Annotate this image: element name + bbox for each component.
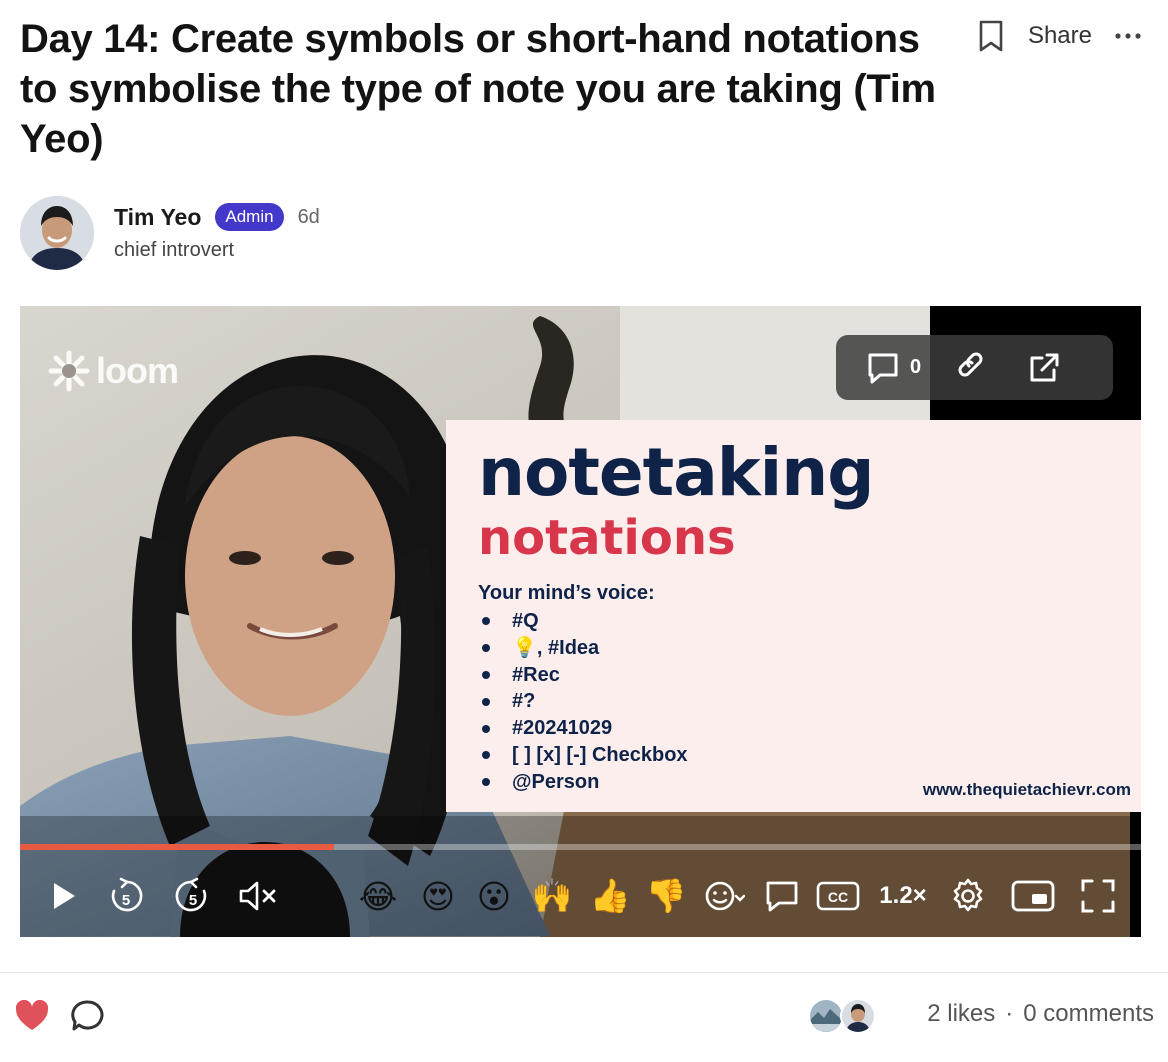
comment-bubble-icon bbox=[71, 1000, 104, 1031]
picture-in-picture-icon bbox=[1011, 880, 1055, 912]
slide-list-item: 💡, #Idea bbox=[478, 635, 688, 662]
comment-icon bbox=[766, 881, 798, 912]
slide-list-item: #20241029 bbox=[478, 715, 688, 742]
like-button[interactable] bbox=[14, 998, 50, 1037]
heart-icon bbox=[15, 999, 49, 1030]
slide-list-item: #? bbox=[478, 688, 688, 715]
post-actions: Share bbox=[976, 18, 1142, 54]
slide-list-item: @Person bbox=[478, 769, 688, 796]
loom-label: loom bbox=[96, 350, 179, 391]
slide-website: www.thequietachievr.com bbox=[922, 780, 1131, 799]
comment-button[interactable] bbox=[70, 998, 106, 1039]
loom-logo: loom bbox=[48, 350, 179, 392]
settings-button[interactable] bbox=[948, 862, 988, 930]
play-button[interactable] bbox=[48, 862, 80, 930]
slide-list-item: #Rec bbox=[478, 662, 688, 689]
forward-5-button[interactable]: 5 bbox=[172, 862, 212, 930]
more-horizontal-icon bbox=[1115, 33, 1141, 39]
reaction-raised-hands-button[interactable]: 🙌 bbox=[530, 862, 574, 930]
svg-text:5: 5 bbox=[122, 892, 130, 909]
more-options-button[interactable] bbox=[1114, 18, 1142, 54]
svg-text:5: 5 bbox=[189, 892, 197, 909]
video-comments-button[interactable] bbox=[866, 351, 900, 385]
slide-notation-list: #Q 💡, #Idea #Rec #? #20241029 [ ] [x] [-… bbox=[478, 608, 688, 796]
open-external-button[interactable] bbox=[1027, 351, 1061, 385]
comments-count[interactable]: 0 comments bbox=[1023, 1000, 1154, 1028]
closed-captions-icon: CC bbox=[816, 881, 860, 911]
comment-icon bbox=[868, 353, 898, 383]
emoji-add-icon bbox=[705, 881, 745, 911]
reaction-surprised-button[interactable]: 😮 bbox=[472, 862, 516, 930]
post-author: Tim Yeo Admin 6d chief introvert bbox=[20, 196, 320, 270]
video-comment-count: 0 bbox=[910, 356, 922, 378]
slide-list-item: [ ] [x] [-] Checkbox bbox=[478, 742, 688, 769]
fullscreen-icon bbox=[1081, 879, 1115, 913]
mute-button[interactable] bbox=[238, 862, 278, 930]
video-player[interactable]: loom 0 notetaking notations Your mind’s … bbox=[20, 306, 1141, 937]
playback-speed-button[interactable]: 1.2× bbox=[874, 862, 932, 930]
rewind-5-icon: 5 bbox=[111, 877, 143, 912]
stats-separator: · bbox=[1005, 1000, 1014, 1027]
liker-avatar bbox=[840, 998, 876, 1034]
post-stats: 2 likes · 0 comments bbox=[927, 1000, 1154, 1028]
author-avatar[interactable] bbox=[20, 196, 94, 270]
author-tagline: chief introvert bbox=[114, 239, 235, 261]
video-overlay-toolbar: 0 bbox=[836, 335, 1113, 400]
bookmark-icon bbox=[979, 20, 1003, 52]
post-timestamp: 6d bbox=[297, 205, 320, 228]
admin-badge: Admin bbox=[215, 203, 284, 231]
slide-title: notetaking bbox=[478, 434, 874, 511]
post-title: Day 14: Create symbols or short-hand not… bbox=[20, 17, 936, 161]
video-controls: 5 5 😂 😍 😮 🙌 👍 👎 CC 1.2× bbox=[20, 862, 1141, 930]
slide-overlay: notetaking notations Your mind’s voice: … bbox=[446, 420, 1141, 812]
share-button[interactable]: Share bbox=[1028, 22, 1092, 50]
reaction-joy-button[interactable]: 😂 bbox=[356, 862, 400, 930]
external-link-icon bbox=[1030, 353, 1059, 381]
fullscreen-button[interactable] bbox=[1078, 862, 1118, 930]
likes-count[interactable]: 2 likes bbox=[927, 1000, 995, 1028]
footer-divider bbox=[0, 972, 1168, 973]
video-comment-button[interactable] bbox=[762, 862, 802, 930]
slide-list-item: #Q bbox=[478, 608, 688, 635]
bookmark-button[interactable] bbox=[976, 18, 1006, 54]
author-name[interactable]: Tim Yeo bbox=[114, 204, 201, 231]
slide-subtitle: notations bbox=[478, 510, 736, 566]
forward-5-icon: 5 bbox=[175, 877, 207, 912]
more-reactions-button[interactable] bbox=[702, 862, 746, 930]
play-icon bbox=[54, 883, 75, 909]
volume-muted-icon bbox=[239, 881, 276, 911]
loom-sunburst-icon bbox=[48, 350, 90, 392]
slide-section-heading: Your mind’s voice: bbox=[478, 582, 655, 604]
reaction-thumbs-down-button[interactable]: 👎 bbox=[644, 862, 688, 930]
captions-button[interactable]: CC bbox=[816, 862, 860, 930]
gear-icon bbox=[953, 878, 983, 912]
reaction-thumbs-up-button[interactable]: 👍 bbox=[588, 862, 632, 930]
picture-in-picture-button[interactable] bbox=[1010, 862, 1056, 930]
liker-avatar bbox=[808, 998, 844, 1034]
link-icon bbox=[958, 352, 983, 376]
likers-avatars[interactable] bbox=[808, 998, 876, 1034]
reaction-heart-eyes-button[interactable]: 😍 bbox=[416, 862, 460, 930]
video-progress-bar[interactable] bbox=[20, 844, 1141, 850]
video-progress-fill bbox=[20, 844, 334, 850]
rewind-5-button[interactable]: 5 bbox=[106, 862, 146, 930]
svg-text:CC: CC bbox=[828, 889, 848, 905]
copy-link-button[interactable] bbox=[957, 351, 991, 385]
